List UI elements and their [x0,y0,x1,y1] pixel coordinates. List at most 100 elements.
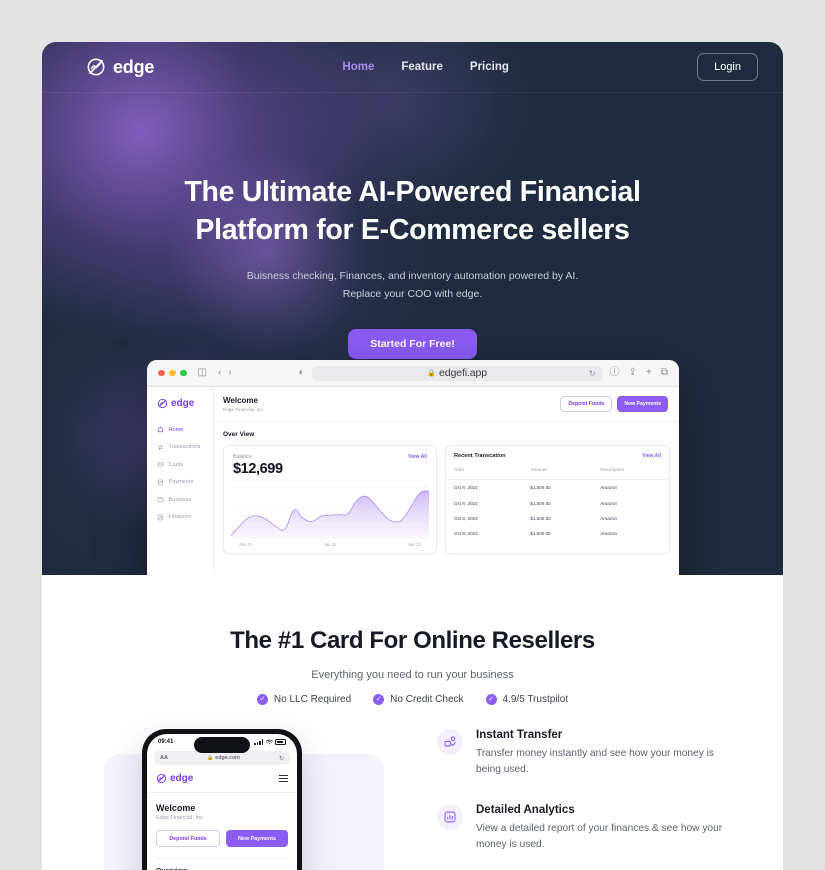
transactions-table: Date Amount Description Oct 8, 2022 $1,50… [446,465,669,542]
column-header-date: Date [446,465,523,480]
wifi-icon [265,739,273,745]
welcome-block: Welcome Edge Financial, Inc. [223,396,560,412]
cell-amount: $1,500.00 [530,500,551,506]
phone-brand[interactable]: edge [156,773,193,784]
home-icon [157,426,164,433]
brand-name: edge [113,56,155,77]
browser-actions: ⓘ ⇪ + ⧉ [610,368,668,378]
url-bar[interactable]: 🔒 edgefi.app ↻ [311,365,603,381]
badge-trustpilot: ✓ 4.9/5 Trustpilot [485,694,568,705]
nav-link-feature[interactable]: Feature [401,61,443,73]
login-button[interactable]: Login [697,53,758,81]
table-row[interactable]: Oct 8, 2022 $1,500.00 Amazon [446,480,669,496]
nav-link-home[interactable]: Home [342,61,374,73]
started-for-free-button[interactable]: Started For Free! [348,328,477,359]
transactions-title: Recent Transcation [454,453,506,459]
overview-cards: Balance View All $12,699 Jan 21 Jan 22 J… [214,445,679,554]
overview-heading: Over View [223,431,255,438]
hero-title-line1: The Ultimate AI-Powered Financial [184,176,641,208]
badge-no-llc-required: ✓ No LLC Required [256,694,351,705]
phone-app-body: Welcome Edge Financial, Inc. Depoist Fun… [147,793,297,870]
lock-icon: 🔒 [207,755,214,761]
plus-icon[interactable]: + [646,368,652,378]
recent-transactions-card: Recent Transcation View All Date Amount … [445,445,670,554]
welcome-subtitle: Edge Financial, Inc. [223,407,265,412]
reader-mode-icon[interactable]: ◐ [299,368,305,378]
section2-showcase-row: 09:41 AA 🔒 edge.com ↻ edge Welcome Edge … [42,729,783,870]
new-payments-button[interactable]: New Payments [617,396,668,412]
transactions-view-all-link[interactable]: View All [642,453,661,459]
table-row[interactable]: Oct 8, 2022 $1,500.00 Amazon [446,511,669,526]
balance-view-all-link[interactable]: View All [408,454,427,460]
feature-title: Detailed Analytics [476,804,575,817]
hero-title-line2: Platform for E-Commerce sellers [195,213,630,246]
nav-link-pricing[interactable]: Pricing [470,61,509,73]
minimize-window-dot[interactable] [169,369,176,377]
sidebar-item-payments[interactable]: Payments [157,479,213,486]
hero-subtitle: Buisness checking, Finances, and invento… [42,268,783,303]
cell-amount: $1,500.00 [530,515,551,521]
chevron-left-icon[interactable]: ‹ [218,368,221,378]
edge-logo-icon [157,398,168,409]
phone-welcome-subtitle: Edge Financial, Inc. [156,815,205,821]
feature-list: Instant Transfer Transfer money instantl… [437,729,737,853]
section2-subtitle: Everything you need to run your business [311,669,514,681]
close-window-dot[interactable] [158,369,165,377]
dashboard-nav: Home Transactions Cards Payments Busines… [157,426,213,521]
table-row[interactable]: Oct 8, 2022 $1,500.00 Amazon [446,495,669,510]
dashboard-brand[interactable]: edge [157,398,213,409]
finances-icon [157,514,164,520]
brand-logo[interactable]: edge [86,57,154,78]
phone-url-bar[interactable]: AA 🔒 edge.com ↻ [154,751,290,765]
cell-description: Amazon [600,500,618,506]
reload-icon[interactable]: ↻ [589,369,596,378]
window-controls[interactable] [158,369,187,377]
hamburger-menu-icon[interactable] [279,774,288,783]
info-icon[interactable]: ⓘ [610,368,620,378]
tabs-icon[interactable]: ⧉ [661,368,668,378]
hero-subtitle-line2: Replace your COO with edge. [342,287,483,300]
column-header-amount: Amount [522,465,593,480]
phone-mockup: 09:41 AA 🔒 edge.com ↻ edge Welcome Edge … [142,729,302,870]
reload-icon[interactable]: ↻ [279,755,284,762]
phone-brand-name: edge [170,773,194,784]
feature-text: Instant Transfer Transfer money instantl… [476,729,737,778]
balance-chart: Jan 21 Jan 22 Jan 23 [224,481,436,553]
sidebar-item-business[interactable]: Business [157,496,213,503]
table-row[interactable]: Oct 8, 2022 $1,500.00 Amazon [446,526,669,541]
text-size-button[interactable]: AA [160,755,168,761]
chevron-right-icon[interactable]: › [228,368,231,378]
browser-mockup: ◫ ‹ › ◐ 🔒 edgefi.app ↻ ⓘ ⇪ + ⧉ edge Home… [147,360,679,575]
balance-label: Balance [233,454,252,460]
sidebar-item-cards[interactable]: Cards [157,461,213,468]
phone-app-nav: edge [147,765,297,793]
phone-url: 🔒 edge.com [207,755,240,761]
section2-badges: ✓ No LLC Required ✓ No Credit Check ✓ 4.… [42,694,783,705]
x-tick: Jan 21 [239,542,253,547]
phone-new-payments-button[interactable]: New Payments [226,830,288,847]
cell-description: Amazon [600,485,618,491]
deposit-funds-button[interactable]: Depoist Funds [560,396,613,412]
sidebar-item-finances[interactable]: Finances [157,514,213,521]
lock-icon: 🔒 [427,370,436,377]
x-tick: Jan 23 [407,542,421,547]
cell-date: Oct 8, 2022 [454,515,478,521]
share-icon[interactable]: ⇪ [629,368,637,378]
sidebar-item-label: Home [168,426,184,433]
sidebar-item-transactions[interactable]: Transactions [157,444,213,451]
sidebar-item-home[interactable]: Home [157,426,213,433]
sidebar-toggle-icon[interactable]: ◫ [198,368,207,378]
instant-transfer-icon [437,729,463,755]
maximize-window-dot[interactable] [180,369,187,377]
sidebar-item-label: Business [168,496,192,503]
briefcase-icon [157,497,164,503]
cell-description: Amazon [600,531,618,537]
cell-date: Oct 8, 2022 [454,531,478,537]
payments-icon [158,479,163,485]
balance-amount: $12,699 [233,461,283,477]
phone-status-icons [254,739,286,745]
resellers-section: The #1 Card For Online Resellers Everyth… [42,575,783,870]
check-circle-icon: ✓ [373,694,385,705]
check-circle-icon: ✓ [485,694,497,705]
phone-deposit-funds-button[interactable]: Depoist Funds [156,830,220,847]
